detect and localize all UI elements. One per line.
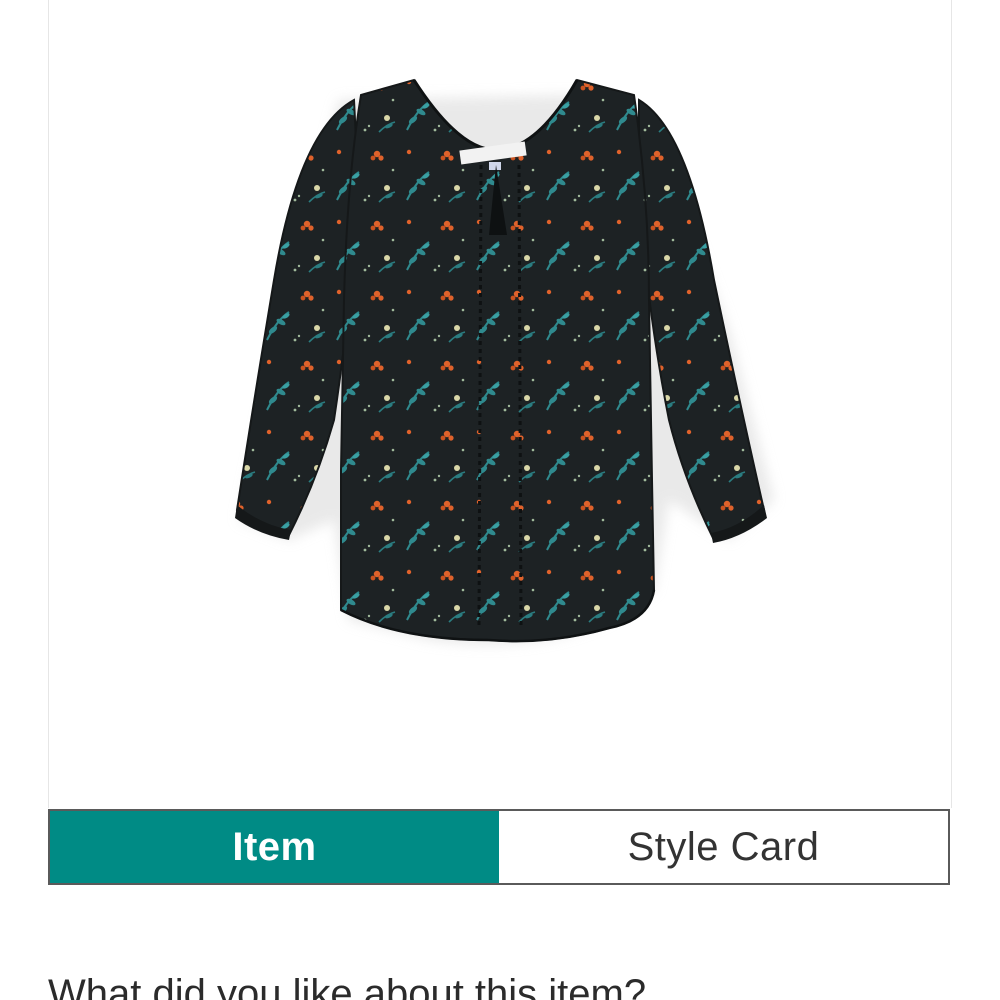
- feedback-question: What did you like about this item?: [48, 972, 647, 1000]
- blouse-product-image: [235, 78, 774, 645]
- item-stylecard-tabs: Item Style Card: [48, 809, 950, 885]
- product-image-card: [48, 0, 952, 808]
- item-feedback-screen: Item Style Card What did you like about …: [0, 0, 1000, 1000]
- tab-item[interactable]: Item: [50, 811, 499, 883]
- tab-style-card[interactable]: Style Card: [499, 811, 948, 883]
